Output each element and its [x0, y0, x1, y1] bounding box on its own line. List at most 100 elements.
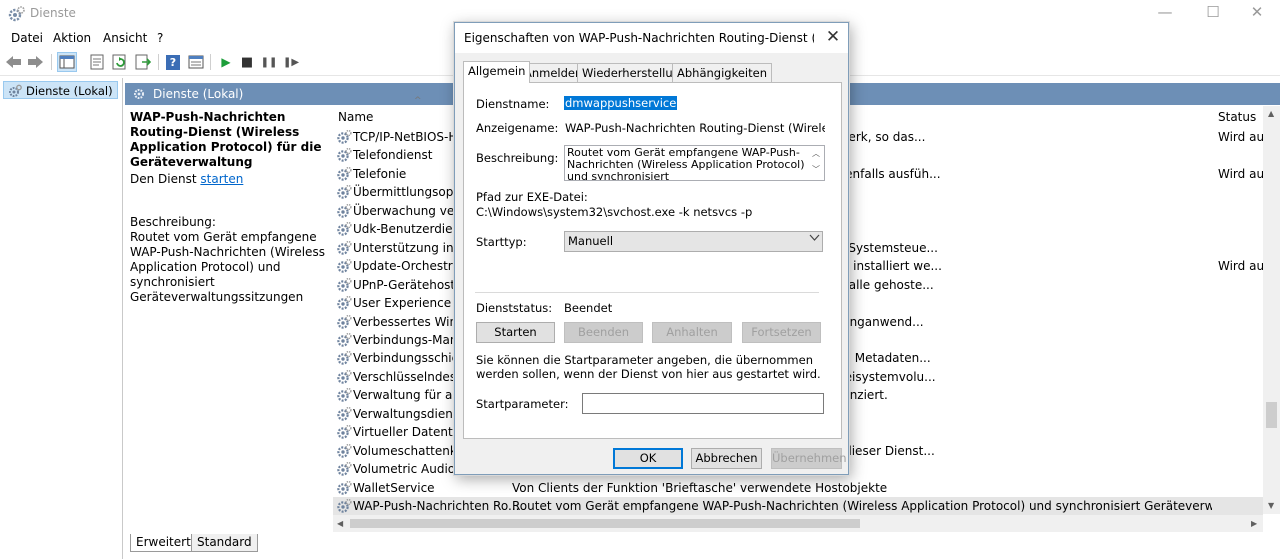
service-gear-icon: [337, 480, 352, 495]
service-description: Routet vom Gerät empfangene WAP-Push-Nac…: [512, 499, 1212, 513]
service-gear-icon: [337, 240, 352, 255]
details-icon[interactable]: [186, 52, 206, 72]
stop-icon[interactable]: ■: [237, 52, 257, 72]
panel-header-content: Dienste (Lokal): [133, 83, 433, 105]
scroll-right-icon[interactable]: ▶: [1251, 519, 1257, 528]
display-name-field[interactable]: WAP-Push-Nachrichten Routing-Dienst (Wir…: [564, 120, 826, 139]
horizontal-scroll-thumb[interactable]: [350, 519, 860, 528]
start-params-input[interactable]: [582, 393, 824, 414]
dialog-close-icon[interactable]: ✕: [823, 27, 843, 47]
service-gear-icon: [337, 351, 352, 366]
resume-service-button[interactable]: Fortsetzen: [742, 322, 821, 343]
dialog-tabs: Allgemein Anmelden Wiederherstellung Abh…: [463, 61, 843, 83]
chevron-up-icon[interactable]: ︿: [808, 146, 824, 162]
description-field[interactable]: Routet vom Gerät empfangene WAP-Push-Nac…: [564, 145, 825, 181]
pause-icon[interactable]: ❚❚: [259, 52, 279, 72]
scroll-up-icon[interactable]: ▲: [1268, 109, 1274, 118]
properties-icon[interactable]: [87, 52, 107, 72]
tree-item-services-local[interactable]: Dienste (Lokal): [3, 81, 118, 99]
vertical-scrollbar[interactable]: ▲ ▼: [1263, 106, 1280, 514]
start-service-button[interactable]: Starten: [476, 322, 555, 343]
start-service-link[interactable]: starten: [200, 172, 243, 186]
stop-service-button[interactable]: Beenden: [564, 322, 643, 343]
tab-abhaengigkeiten[interactable]: Abhängigkeiten: [672, 63, 772, 82]
service-status: Wird au...: [1218, 130, 1263, 144]
service-name-value[interactable]: dmwappushservice: [564, 96, 678, 110]
column-header-status[interactable]: Status: [1218, 110, 1256, 124]
scroll-left-icon[interactable]: ◀: [337, 519, 343, 528]
menu-ansicht[interactable]: Ansicht: [103, 31, 147, 45]
exe-path-value: C:\Windows\system32\svchost.exe -k netsv…: [476, 205, 753, 219]
column-header-name[interactable]: Name: [338, 110, 373, 124]
service-gear-icon: [337, 388, 352, 402]
search-gear-icon: [134, 89, 144, 99]
help-glyph: ?: [166, 54, 180, 70]
view-tabs: Erweitert Standard: [125, 533, 1280, 559]
service-name: WAP-Push-Nachrichten Ro...: [353, 499, 520, 513]
export-list-icon[interactable]: [133, 52, 153, 72]
service-name-label: Dienstname:: [476, 97, 550, 111]
scroll-down-icon[interactable]: ▼: [1268, 501, 1274, 510]
services-gear-icon: [9, 84, 22, 97]
services-gear-icon: [8, 6, 25, 22]
separator-line: [475, 292, 819, 293]
console-tree: Dienste (Lokal): [0, 78, 123, 559]
table-row[interactable]: WAP-Push-Nachrichten Ro... Routet vom Ger…: [333, 497, 1263, 516]
play-icon[interactable]: ▶: [216, 52, 236, 72]
tab-erweitert[interactable]: Erweitert: [130, 534, 197, 552]
service-gear-icon: [337, 222, 352, 236]
menu-datei[interactable]: Datei: [11, 31, 43, 45]
apply-button[interactable]: Übernehmen: [771, 448, 847, 469]
console-tree-icon[interactable]: [57, 52, 77, 72]
chevron-down-icon[interactable]: [809, 234, 820, 242]
toolbar-separator: [210, 54, 211, 70]
display-name-label: Anzeigename:: [476, 121, 559, 135]
tab-allgemein[interactable]: Allgemein: [463, 61, 531, 83]
vertical-scroll-thumb[interactable]: [1266, 402, 1277, 428]
service-gear-icon: [337, 332, 352, 347]
menu-aktion[interactable]: Aktion: [53, 31, 91, 45]
service-gear-icon: [337, 406, 352, 421]
selected-service-title: WAP-Push-Nachrichten Routing-Dienst (Wir…: [130, 110, 322, 169]
start-params-hint: Sie können die Startparameter angeben, d…: [476, 353, 821, 381]
dialog-title: Eigenschaften von WAP-Push-Nachrichten R…: [464, 31, 814, 45]
close-window-button[interactable]: ✕: [1234, 0, 1280, 27]
description-label: Beschreibung:: [130, 215, 216, 229]
service-gear-icon: [337, 461, 352, 476]
restart-icon[interactable]: ❚▶: [281, 52, 301, 72]
service-name: Volumetric Audio C: [353, 462, 468, 477]
service-gear-icon: [337, 425, 352, 439]
table-row[interactable]: WalletService Von Clients der Funktion 'B…: [333, 479, 1263, 498]
pause-service-button[interactable]: Anhalten: [652, 322, 732, 343]
service-status-label: Dienststatus:: [476, 301, 553, 315]
minimize-button[interactable]: —: [1142, 0, 1188, 27]
menu-help[interactable]: ?: [157, 31, 163, 45]
service-gear-icon: [337, 295, 352, 310]
service-name: Verbindungsschicht: [353, 351, 471, 366]
properties-dialog: Eigenschaften von WAP-Push-Nachrichten R…: [454, 22, 849, 475]
description-scroll-arrows[interactable]: ︿ ﹀: [808, 146, 824, 180]
panel-header-title: Dienste (Lokal): [153, 87, 244, 101]
back-arrow-icon[interactable]: [4, 52, 24, 72]
forward-arrow-icon[interactable]: [25, 52, 45, 72]
toolbar-separator: [158, 54, 159, 70]
service-status: Wird au...: [1218, 166, 1263, 181]
start-prefix: Den Dienst: [130, 172, 201, 186]
cancel-button[interactable]: Abbrechen: [691, 448, 762, 469]
service-name: Telefonie: [353, 166, 407, 181]
service-name: UPnP-Gerätehost: [353, 277, 456, 292]
refresh-icon[interactable]: [110, 52, 130, 72]
start-type-label: Starttyp:: [476, 235, 527, 249]
tab-standard[interactable]: Standard: [191, 534, 258, 552]
start-type-select[interactable]: Manuell: [564, 231, 823, 252]
maximize-button[interactable]: ☐: [1190, 0, 1236, 27]
service-gear-icon: [337, 369, 352, 384]
service-name: Telefondienst: [353, 148, 433, 163]
sort-ascending-icon: ^: [414, 96, 422, 106]
chevron-down-icon[interactable]: ﹀: [808, 162, 824, 178]
help-icon[interactable]: ?: [163, 52, 183, 72]
service-gear-icon: [337, 277, 352, 292]
service-gear-icon: [337, 443, 352, 458]
service-gear-icon: [337, 166, 352, 181]
ok-button[interactable]: OK: [613, 448, 683, 469]
